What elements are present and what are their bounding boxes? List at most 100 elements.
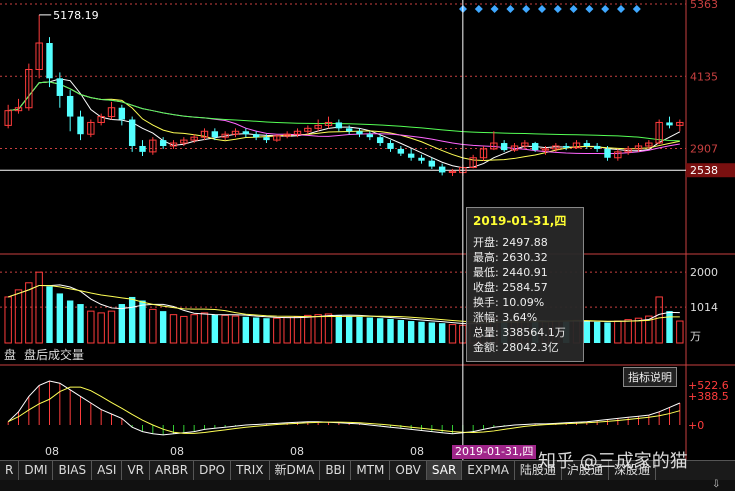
volume-bar: [324, 313, 333, 344]
volume-bar: [97, 312, 105, 344]
tooltip-date: 2019-01-31,四: [473, 214, 567, 228]
tab-dpo[interactable]: DPO: [194, 461, 232, 480]
volume-bar: [283, 317, 291, 344]
volume-bar: [345, 316, 353, 343]
candle-body: [252, 134, 260, 138]
volume-caption-label: 盘后成交量: [24, 348, 85, 362]
volume-bar: [366, 317, 374, 343]
volume-bar: [139, 300, 146, 343]
volume-bar: [604, 322, 611, 343]
candle-body: [418, 157, 425, 161]
volume-bar: [66, 300, 74, 343]
volume-unit-label: 万: [690, 330, 701, 343]
volume-bar: [397, 319, 405, 343]
indicator-dea-line: [7, 386, 680, 434]
volume-bar: [314, 314, 322, 344]
volume-tick-label: 1014: [690, 301, 718, 314]
bottom-strip: [0, 480, 735, 491]
download-icon[interactable]: ⇩: [712, 479, 720, 490]
volume-bar: [169, 314, 178, 344]
event-diamond-icon: [538, 5, 546, 13]
tooltip-low: 最低: 2440.91: [473, 266, 548, 279]
tab-expma[interactable]: EXPMA: [462, 461, 515, 480]
candle-body: [118, 107, 126, 120]
event-diamond-icon: [553, 5, 562, 13]
volume-bar: [418, 321, 425, 343]
tooltip-close: 收盘: 2584.57: [473, 281, 548, 294]
event-diamond-icon: [490, 5, 499, 13]
volume-bar: [438, 323, 446, 343]
candle-body: [387, 143, 394, 149]
candle-body: [242, 131, 250, 135]
watermark: 知乎 @三成家的猫: [538, 451, 688, 472]
tab-asi[interactable]: ASI: [92, 461, 123, 480]
volume-bar: [666, 311, 673, 343]
volume-bar: [387, 318, 394, 343]
volume-bar: [211, 314, 219, 343]
volume-tick-label: 2000: [690, 266, 718, 279]
tab-obv[interactable]: OBV: [390, 461, 427, 480]
indicator-dif-line: [7, 380, 681, 436]
event-diamond-icon: [569, 5, 578, 13]
volume-bar: [634, 317, 643, 344]
volume-bar: [593, 321, 601, 343]
candle-body: [77, 116, 84, 135]
candle-body: [366, 134, 374, 138]
candle-body: [407, 153, 415, 158]
tab-r[interactable]: R: [0, 461, 20, 480]
candle-body: [345, 128, 353, 132]
event-diamond-icon: [601, 5, 610, 13]
candle-body: [593, 145, 601, 149]
x-tick-label: 08: [410, 445, 424, 458]
candle-body: [335, 122, 343, 129]
indicator-tick-label: +0: [688, 419, 704, 432]
tab-dmi[interactable]: DMI: [19, 461, 54, 480]
volume-bar: [180, 315, 188, 344]
candle-body: [376, 137, 384, 144]
max-price-label: 5178.19: [53, 9, 99, 22]
cursor-date-tag: 2019-01-31,四: [452, 445, 537, 459]
tab-mtm[interactable]: MTM: [351, 461, 391, 480]
support-price-text: 2538: [690, 164, 718, 177]
candle-body: [666, 122, 673, 126]
tab-new-dma[interactable]: 新DMA: [270, 461, 321, 480]
volume-bar: [335, 315, 343, 343]
volume-bar: [107, 310, 116, 344]
tab-bias[interactable]: BIAS: [53, 461, 93, 480]
volume-bar: [356, 316, 363, 343]
candle-tooltip: 2019-01-31,四 开盘: 2497.88 最高: 2630.32 最低:…: [466, 207, 584, 362]
tab-bbi[interactable]: BBI: [320, 461, 352, 480]
candle-body: [531, 143, 539, 151]
candle-body: [604, 148, 611, 158]
ma10-line: [8, 81, 680, 162]
indicator-help-button[interactable]: 指标说明: [623, 367, 677, 387]
volume-bar: [448, 324, 457, 344]
volume-bar: [407, 321, 415, 343]
volume-bar: [376, 318, 384, 343]
price-tick-label: 4135: [690, 70, 718, 83]
volume-bar: [25, 282, 33, 344]
tooltip-turnover: 换手: 10.09%: [473, 296, 545, 309]
tab-sar[interactable]: SAR: [426, 461, 463, 480]
x-tick-label: 08: [290, 445, 304, 458]
candle-body: [56, 78, 64, 96]
volume-caption: 盘 盘后成交量: [0, 346, 88, 363]
volume-bar: [242, 316, 250, 343]
volume-bar: [14, 289, 23, 344]
tooltip-change: 涨幅: 3.64%: [473, 311, 538, 324]
tooltip-volume: 总量: 338564.1万: [473, 326, 566, 339]
candle-body: [128, 119, 136, 146]
volume-bar: [676, 320, 684, 344]
event-diamond-icon: [522, 5, 531, 13]
volume-bar: [159, 311, 167, 343]
tab-vr[interactable]: VR: [122, 461, 151, 480]
tab-arbr[interactable]: ARBR: [150, 461, 195, 480]
tab-trix[interactable]: TRIX: [231, 461, 270, 480]
candle-body: [356, 131, 363, 135]
volume-bar: [273, 317, 281, 344]
volume-bar: [87, 310, 95, 344]
x-tick-label: 08: [45, 445, 59, 458]
kline-chart[interactable]: 536341352907253825385178.1920001014万+522…: [0, 0, 735, 491]
volume-caption-prefix: 盘: [4, 348, 17, 362]
candle-body: [139, 145, 146, 152]
